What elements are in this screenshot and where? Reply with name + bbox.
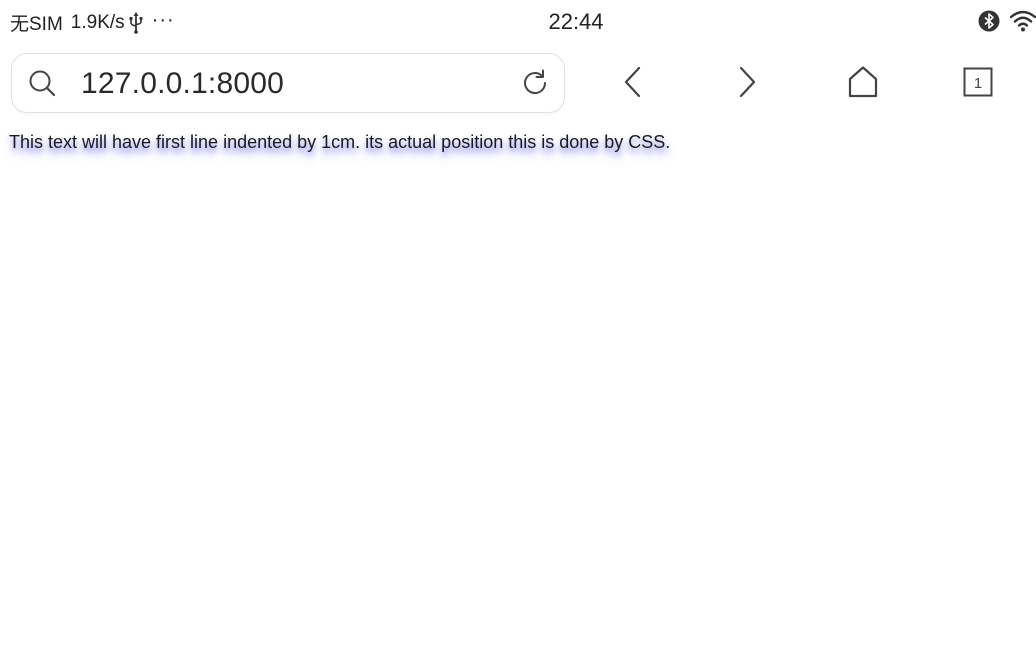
tabs-icon: 1 bbox=[963, 67, 993, 97]
status-right bbox=[978, 10, 1036, 32]
tab-count: 1 bbox=[974, 75, 982, 92]
wifi-icon bbox=[1010, 10, 1036, 32]
page-content: This text will have first line indented … bbox=[9, 132, 1019, 153]
status-bar: 无SIM 1.9K/s ··· 22:44 bbox=[0, 0, 1036, 44]
browser-toolbar: 127.0.0.1:8000 1 bbox=[0, 52, 1036, 114]
home-icon bbox=[848, 66, 878, 98]
address-bar[interactable]: 127.0.0.1:8000 bbox=[11, 53, 565, 113]
forward-button[interactable] bbox=[729, 64, 765, 100]
reload-icon[interactable] bbox=[520, 68, 550, 98]
chevron-right-icon bbox=[739, 66, 756, 98]
tabs-button[interactable]: 1 bbox=[960, 64, 996, 100]
bluetooth-icon bbox=[978, 10, 1000, 32]
url-input[interactable]: 127.0.0.1:8000 bbox=[81, 67, 284, 101]
home-button[interactable] bbox=[845, 64, 881, 100]
status-time: 22:44 bbox=[548, 9, 604, 34]
search-icon[interactable] bbox=[28, 69, 56, 97]
page-paragraph: This text will have first line indented … bbox=[9, 132, 671, 152]
back-button[interactable] bbox=[615, 64, 651, 100]
browser-screen: 无SIM 1.9K/s ··· 22:44 127.0.0.1:8000 1 T… bbox=[0, 0, 1036, 647]
chevron-left-icon bbox=[624, 66, 641, 98]
